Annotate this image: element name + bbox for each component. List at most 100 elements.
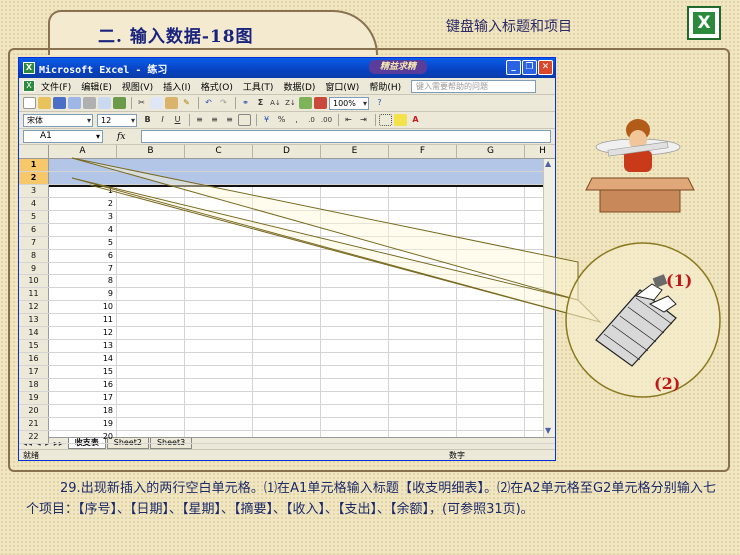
menu-file[interactable]: 文件(F) xyxy=(41,80,71,93)
cell-a[interactable]: 3 xyxy=(49,211,117,223)
cell-a[interactable]: 15 xyxy=(49,366,117,378)
column-header-d[interactable]: D xyxy=(253,145,321,159)
column-header-c[interactable]: C xyxy=(185,145,253,159)
spelling-icon[interactable] xyxy=(113,97,126,109)
paste-icon[interactable] xyxy=(165,97,178,109)
redo-icon[interactable]: ↷ xyxy=(217,97,230,109)
cell-a[interactable]: 16 xyxy=(49,379,117,391)
row-cells[interactable]: 7 xyxy=(49,263,555,275)
cell-a[interactable]: 13 xyxy=(49,340,117,352)
cell-a[interactable]: 9 xyxy=(49,288,117,300)
menu-edit[interactable]: 编辑(E) xyxy=(81,80,112,93)
row-header[interactable]: 16 xyxy=(19,353,49,365)
row-cells[interactable]: 5 xyxy=(49,237,555,249)
row-cells[interactable]: 10 xyxy=(49,301,555,313)
drawing-icon[interactable] xyxy=(314,97,327,109)
cell-a[interactable]: 4 xyxy=(49,224,117,236)
formula-input[interactable] xyxy=(141,130,551,143)
row-cells[interactable]: 20 xyxy=(49,431,555,443)
row-cells[interactable]: 16 xyxy=(49,379,555,391)
row-header[interactable]: 4 xyxy=(19,197,49,210)
window-titlebar[interactable]: X Microsoft Excel - 练习 精益求精 _ ❐ ✕ xyxy=(19,58,555,78)
select-all-corner[interactable] xyxy=(19,145,49,159)
row-header[interactable]: 22 xyxy=(19,430,49,443)
close-button[interactable]: ✕ xyxy=(538,60,553,75)
row-header[interactable]: 14 xyxy=(19,327,49,340)
comma-style-icon[interactable]: , xyxy=(290,114,303,126)
row-header[interactable]: 18 xyxy=(19,378,49,391)
menu-data[interactable]: 数据(D) xyxy=(283,80,315,93)
permission-icon[interactable] xyxy=(68,97,81,109)
row-header[interactable]: 13 xyxy=(19,314,49,327)
row-header[interactable]: 6 xyxy=(19,223,49,236)
italic-button[interactable]: I xyxy=(156,114,169,126)
row-cells[interactable] xyxy=(49,159,555,171)
row-cells[interactable]: 3 xyxy=(49,211,555,223)
format-painter-icon[interactable]: ✎ xyxy=(180,97,193,109)
decrease-indent-icon[interactable]: ⇤ xyxy=(342,114,355,126)
cell-a[interactable]: 18 xyxy=(49,405,117,417)
align-right-icon[interactable]: ≡ xyxy=(223,114,236,126)
chart-wizard-icon[interactable] xyxy=(299,97,312,109)
row-cells[interactable]: 9 xyxy=(49,288,555,300)
restore-button[interactable]: ❐ xyxy=(522,60,537,75)
row-cells[interactable]: 2 xyxy=(49,198,555,210)
menu-window[interactable]: 窗口(W) xyxy=(325,80,359,93)
help-icon[interactable]: ? xyxy=(373,97,386,109)
column-header-g[interactable]: G xyxy=(457,145,525,159)
row-cells[interactable]: 17 xyxy=(49,392,555,404)
new-file-icon[interactable] xyxy=(23,97,36,109)
percent-icon[interactable]: % xyxy=(275,114,288,126)
menu-help[interactable]: 帮助(H) xyxy=(369,80,401,93)
row-header[interactable]: 2 xyxy=(19,171,49,184)
hyperlink-icon[interactable]: ⚭ xyxy=(239,97,252,109)
cut-icon[interactable]: ✂ xyxy=(135,97,148,109)
fill-color-icon[interactable] xyxy=(394,114,407,126)
row-header[interactable]: 5 xyxy=(19,210,49,223)
row-header[interactable]: 10 xyxy=(19,275,49,288)
underline-button[interactable]: U xyxy=(171,114,184,126)
row-cells[interactable]: 6 xyxy=(49,250,555,262)
column-header-f[interactable]: F xyxy=(389,145,457,159)
workbook-icon[interactable]: X xyxy=(23,80,35,92)
cell-a[interactable]: 2 xyxy=(49,198,117,210)
row-header[interactable]: 12 xyxy=(19,301,49,314)
row-cells[interactable]: 18 xyxy=(49,405,555,417)
menu-view[interactable]: 视图(V) xyxy=(122,80,153,93)
row-header[interactable]: 17 xyxy=(19,366,49,378)
column-header-b[interactable]: B xyxy=(117,145,185,159)
open-folder-icon[interactable] xyxy=(38,97,51,109)
row-header[interactable]: 7 xyxy=(19,236,49,249)
align-center-icon[interactable]: ≡ xyxy=(208,114,221,126)
save-icon[interactable] xyxy=(53,97,66,109)
insert-function-icon[interactable]: fx xyxy=(117,132,125,142)
row-header[interactable]: 21 xyxy=(19,417,49,430)
sort-descending-icon[interactable]: Z↓ xyxy=(284,97,297,109)
cell-a[interactable]: 7 xyxy=(49,263,117,275)
bold-button[interactable]: B xyxy=(141,114,154,126)
column-header-a[interactable]: A xyxy=(49,145,117,159)
cell-a[interactable]: 5 xyxy=(49,237,117,249)
currency-icon[interactable]: ¥ xyxy=(260,114,273,126)
row-cells[interactable] xyxy=(49,171,555,184)
row-cells[interactable]: 12 xyxy=(49,327,555,339)
autosum-icon[interactable]: Σ xyxy=(254,97,267,109)
undo-icon[interactable]: ↶ xyxy=(202,97,215,109)
cell-a[interactable]: 11 xyxy=(49,314,117,326)
print-preview-icon[interactable] xyxy=(98,97,111,109)
print-icon[interactable] xyxy=(83,97,96,109)
cell-a[interactable]: 17 xyxy=(49,392,117,404)
row-cells[interactable]: 15 xyxy=(49,366,555,378)
name-box[interactable]: A1 xyxy=(23,130,103,143)
font-size-select[interactable]: 12 xyxy=(97,113,137,127)
row-header[interactable]: 15 xyxy=(19,340,49,353)
zoom-select[interactable]: 100% xyxy=(329,96,369,110)
increase-indent-icon[interactable]: ⇥ xyxy=(357,114,370,126)
font-color-icon[interactable]: A xyxy=(409,114,422,126)
cell-a[interactable]: 10 xyxy=(49,301,117,313)
cell-a[interactable]: 20 xyxy=(49,431,117,443)
worksheet-grid[interactable]: A B C D E F G H 1 2 3 1 4 2 5 3 6 4 7 5 8 6 9 7 10 8 11 9 12… xyxy=(19,145,555,444)
cell-a[interactable]: 14 xyxy=(49,353,117,365)
increase-decimal-icon[interactable]: .0 xyxy=(305,114,318,126)
borders-icon[interactable] xyxy=(379,114,392,126)
